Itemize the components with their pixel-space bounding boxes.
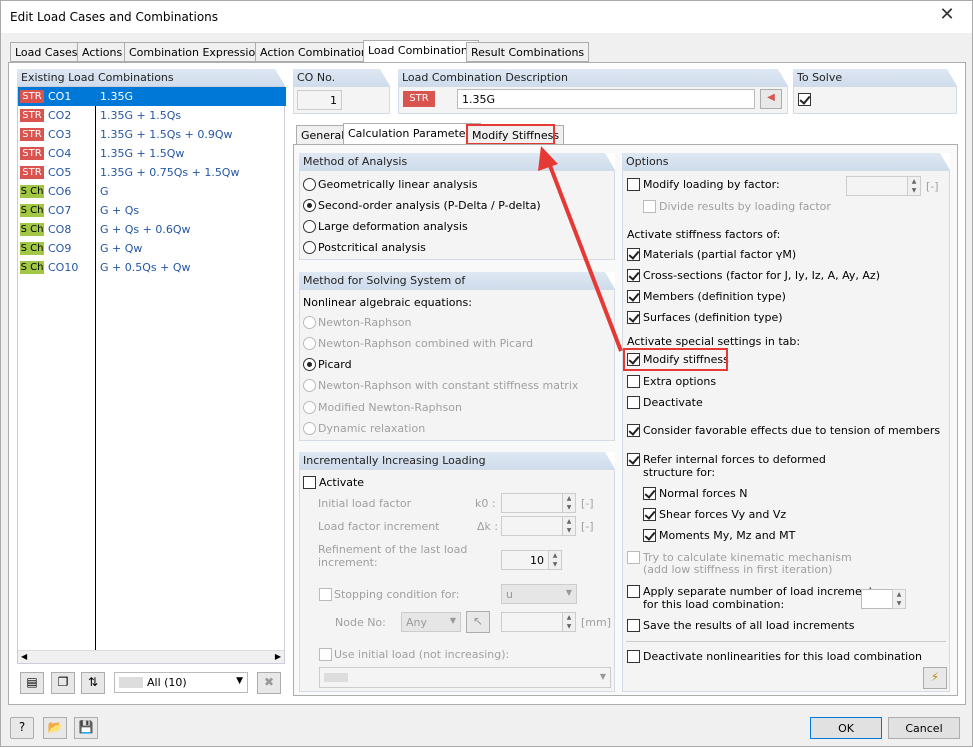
annotation-arrow [1,1,973,748]
dialog-window: Edit Load Cases and Combinations ✕ Load … [0,0,973,747]
help-button[interactable]: ? [10,717,34,739]
ok-button[interactable]: OK [810,717,882,739]
cancel-button[interactable]: Cancel [888,717,960,739]
save-icon[interactable]: 💾 [74,717,98,739]
open-icon[interactable]: 📂 [43,717,67,739]
